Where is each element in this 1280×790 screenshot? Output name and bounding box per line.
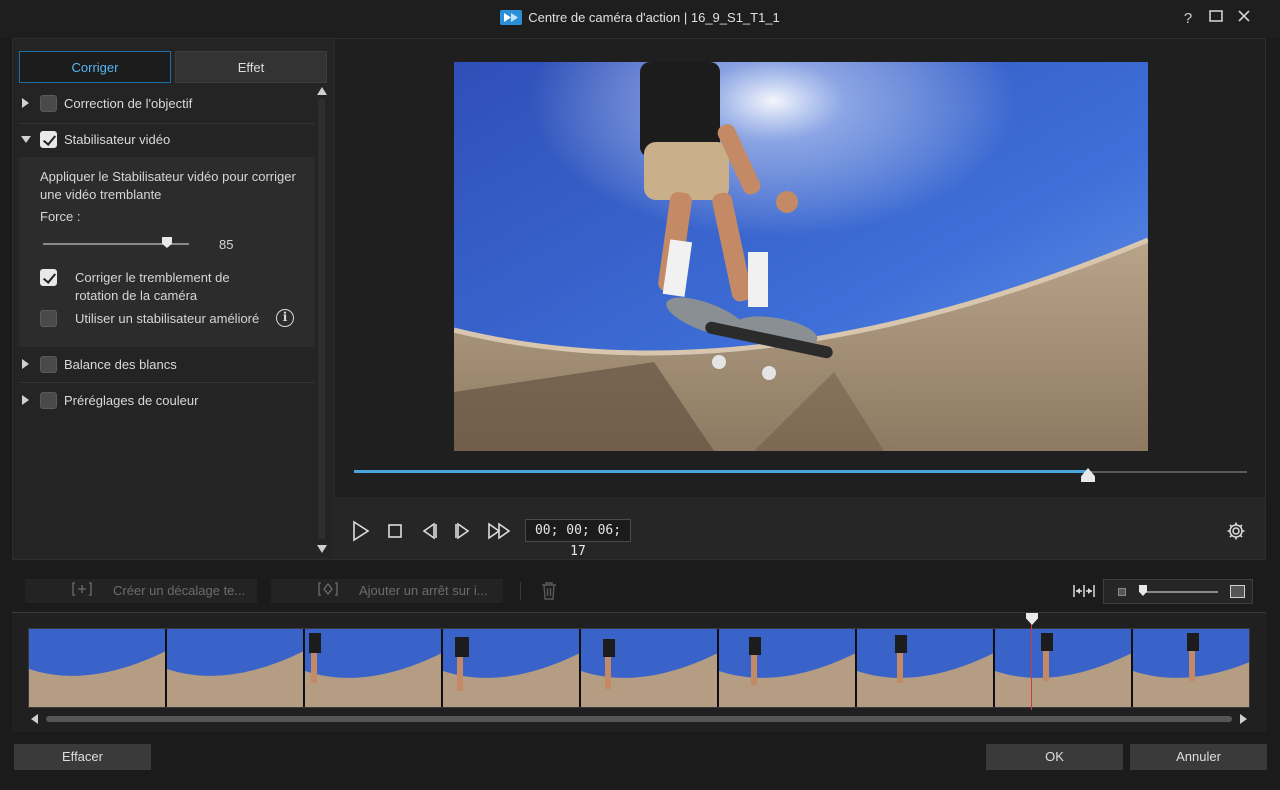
section-label: Stabilisateur vidéo	[64, 132, 171, 147]
tab-bar: Corriger Effet	[19, 51, 327, 83]
expand-arrow-icon[interactable]	[22, 395, 29, 405]
create-offset-button[interactable]: Créer un décalage te...	[25, 579, 257, 603]
window-title: Centre de caméra d'action | 16_9_S1_T1_1	[528, 10, 780, 25]
add-freeze-frame-label: Ajouter un arrêt sur i...	[359, 583, 488, 598]
next-frame-icon	[455, 522, 470, 540]
fit-timeline-button[interactable]	[1073, 583, 1095, 602]
section-label: Correction de l'objectif	[64, 96, 193, 111]
filmstrip-frame	[29, 629, 166, 707]
filmstrip-frame	[305, 629, 442, 707]
scroll-left-icon[interactable]	[31, 714, 38, 724]
trash-icon	[542, 582, 556, 600]
enhanced-option-label: Utiliser un stabilisateur amélioré	[75, 311, 260, 326]
gear-icon	[1227, 522, 1245, 540]
filmstrip-frame	[1133, 629, 1249, 707]
tab-effet[interactable]: Effet	[175, 51, 327, 83]
seek-progress	[354, 470, 1089, 473]
settings-scrollbar[interactable]	[316, 85, 328, 555]
info-icon[interactable]: i	[276, 309, 294, 327]
section-white-balance[interactable]: Balance des blancs	[19, 350, 315, 380]
enhanced-checkbox[interactable]	[40, 310, 57, 327]
previous-frame-button[interactable]	[419, 520, 439, 542]
filmstrip[interactable]	[28, 628, 1250, 708]
app-logo-icon	[500, 10, 523, 28]
clear-button[interactable]: Effacer	[14, 744, 151, 770]
scroll-right-icon[interactable]	[1240, 714, 1247, 724]
divider	[19, 123, 315, 124]
scroll-up-icon[interactable]	[317, 87, 327, 95]
zoom-out-icon[interactable]	[1118, 588, 1126, 596]
stabilizer-description: Appliquer le Stabilisateur vidéo pour co…	[40, 169, 296, 202]
filmstrip-frame	[719, 629, 856, 707]
correction-list: Correction de l'objectif Stabilisateur v…	[19, 87, 315, 557]
filmstrip-frame	[443, 629, 580, 707]
ok-button[interactable]: OK	[986, 744, 1123, 770]
window-title-wrap: Centre de caméra d'action | 16_9_S1_T1_1	[0, 10, 1280, 28]
force-slider-thumb[interactable]	[162, 237, 172, 248]
settings-panel: Corriger Effet Correction de l'objectif …	[13, 39, 333, 558]
stop-button[interactable]	[386, 520, 404, 542]
expand-arrow-icon[interactable]	[22, 98, 29, 108]
filmstrip-frame	[857, 629, 994, 707]
zoom-in-icon[interactable]	[1230, 585, 1245, 598]
fit-to-window-icon	[1073, 585, 1095, 597]
zoom-slider-track[interactable]	[1140, 591, 1218, 593]
player-controls	[335, 499, 1265, 557]
freeze-frame-icon	[317, 579, 339, 607]
filmstrip-frame	[167, 629, 304, 707]
create-offset-label: Créer un décalage te...	[113, 583, 246, 598]
video-preview	[454, 62, 1148, 451]
zoom-control	[1103, 579, 1253, 604]
stabilizer-checkbox[interactable]	[40, 131, 57, 148]
close-button[interactable]	[1234, 9, 1254, 29]
toolbar-divider	[520, 582, 521, 600]
section-label: Préréglages de couleur	[64, 393, 199, 408]
rotation-option-label: Corriger le tremblement de rotation de l…	[75, 270, 230, 303]
add-freeze-frame-button[interactable]: Ajouter un arrêt sur i...	[271, 579, 503, 603]
scroll-down-icon[interactable]	[317, 545, 327, 553]
section-label: Balance des blancs	[64, 357, 177, 372]
help-button[interactable]: ?	[1178, 9, 1198, 29]
collapse-arrow-icon[interactable]	[21, 136, 31, 143]
timeline-playhead[interactable]	[1031, 624, 1032, 710]
maximize-button[interactable]	[1206, 9, 1226, 29]
white-balance-checkbox[interactable]	[40, 356, 57, 373]
tab-corriger[interactable]: Corriger	[19, 51, 171, 83]
delete-button[interactable]	[540, 581, 558, 604]
timeline-scrollbar[interactable]	[28, 712, 1250, 726]
lens-correction-checkbox[interactable]	[40, 95, 57, 112]
fast-forward-button[interactable]	[487, 520, 513, 542]
rotation-checkbox[interactable]	[40, 269, 57, 286]
section-lens-correction[interactable]: Correction de l'objectif	[19, 89, 315, 119]
filmstrip-frame	[995, 629, 1132, 707]
skateboarder-frame-image	[454, 62, 1148, 451]
section-color-presets[interactable]: Préréglages de couleur	[19, 386, 315, 416]
close-icon	[1238, 10, 1250, 22]
title-bar: Centre de caméra d'action | 16_9_S1_T1_1…	[0, 0, 1280, 38]
previous-frame-icon	[422, 522, 437, 540]
stop-icon	[388, 524, 402, 538]
filmstrip-frame	[581, 629, 718, 707]
divider	[19, 382, 315, 383]
color-presets-checkbox[interactable]	[40, 392, 57, 409]
timecode-display: 00; 00; 06; 17	[525, 519, 631, 559]
expand-arrow-icon[interactable]	[22, 359, 29, 369]
play-button[interactable]	[351, 520, 371, 542]
fast-forward-icon	[488, 522, 511, 540]
play-icon	[353, 520, 370, 542]
scrollbar-thumb[interactable]	[46, 716, 1232, 722]
scrollbar-track[interactable]	[318, 99, 325, 539]
force-label: Force :	[40, 209, 81, 224]
maximize-icon	[1209, 10, 1223, 22]
add-keyframe-icon	[71, 579, 93, 607]
zoom-slider-thumb[interactable]	[1139, 585, 1147, 596]
cancel-button[interactable]: Annuler	[1130, 744, 1267, 770]
next-frame-button[interactable]	[453, 520, 473, 542]
section-video-stabilizer[interactable]: Stabilisateur vidéo	[19, 125, 315, 155]
settings-button[interactable]	[1226, 520, 1246, 542]
stabilizer-settings: Appliquer le Stabilisateur vidéo pour co…	[19, 157, 315, 347]
force-value: 85	[219, 237, 234, 252]
